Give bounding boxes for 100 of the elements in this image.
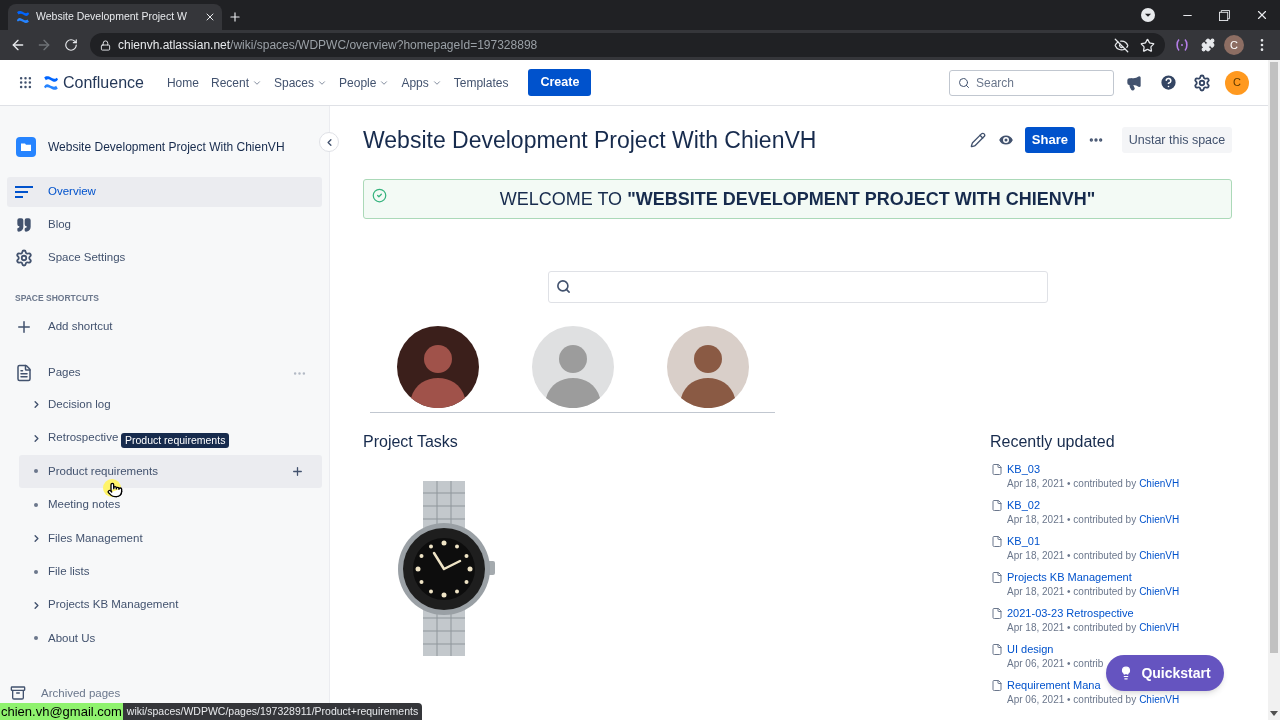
search-field[interactable]: Search bbox=[949, 69, 1114, 96]
page-link[interactable]: 2021-03-23 Retrospective bbox=[1007, 605, 1134, 621]
page-tree-item[interactable]: About Us bbox=[19, 621, 322, 656]
edit-icon[interactable] bbox=[969, 132, 986, 148]
author-link[interactable]: ChienVH bbox=[1139, 477, 1180, 491]
search-field[interactable] bbox=[547, 271, 1048, 303]
check-circle-icon bbox=[372, 188, 387, 203]
author-link[interactable]: ChienVH bbox=[1139, 585, 1180, 599]
add-shortcut-button[interactable]: Add shortcut bbox=[7, 312, 322, 342]
search-icon bbox=[958, 76, 970, 89]
reload-icon[interactable] bbox=[64, 38, 78, 52]
sidebar-nav-item[interactable]: Overview bbox=[7, 177, 322, 207]
update-meta: Apr 06, 2021 • contributed by bbox=[1007, 693, 1137, 707]
nav-menu-item[interactable]: Apps bbox=[395, 67, 448, 98]
page-tree-item[interactable]: File lists bbox=[19, 554, 322, 589]
nav-menu-item[interactable]: Recent bbox=[204, 67, 268, 98]
lock-icon bbox=[100, 39, 111, 51]
page-icon bbox=[991, 607, 1003, 620]
nav-menu-item[interactable]: Templates bbox=[447, 67, 515, 98]
update-meta: Apr 18, 2021 • contributed by bbox=[1007, 585, 1137, 599]
page-icon bbox=[991, 643, 1003, 656]
pages-label: Pages bbox=[48, 365, 81, 381]
page-icon bbox=[991, 571, 1003, 584]
update-meta: Apr 18, 2021 • contributed by bbox=[1007, 549, 1137, 563]
author-link[interactable]: ChienVH bbox=[1139, 513, 1180, 527]
email-label: chien.vh@gmail.com bbox=[0, 703, 123, 720]
tab-favicon-icon bbox=[16, 10, 30, 24]
page-icon bbox=[991, 463, 1003, 476]
close-icon[interactable] bbox=[204, 11, 216, 23]
tab-search-dropdown-icon[interactable] bbox=[1141, 8, 1155, 22]
unstar-button[interactable]: Unstar this space bbox=[1122, 127, 1232, 153]
brackets-extension-icon[interactable] bbox=[1175, 38, 1189, 52]
quickstart-button[interactable]: Quickstart bbox=[1106, 655, 1224, 691]
update-meta: Apr 18, 2021 • contributed by bbox=[1007, 477, 1137, 491]
search-icon bbox=[555, 279, 571, 294]
star-icon[interactable] bbox=[1140, 37, 1155, 53]
text-lines-icon bbox=[15, 186, 33, 198]
page-tree-item[interactable]: Product requirements bbox=[19, 454, 322, 489]
create-button[interactable]: Create bbox=[528, 69, 592, 96]
collapse-sidebar-button[interactable] bbox=[319, 132, 339, 152]
address-bar[interactable]: chienvh.atlassian.net/wiki/spaces/WDPWC/overview?homepageId=197328898 bbox=[90, 33, 1165, 57]
tab-title: Website Development Project W bbox=[36, 9, 188, 25]
page-link[interactable]: Projects KB Management bbox=[1007, 569, 1132, 585]
page-link[interactable]: Requirement Mana bbox=[1007, 677, 1101, 693]
page-link[interactable]: KB_03 bbox=[1007, 461, 1041, 477]
author-link[interactable]: ChienVH bbox=[1139, 621, 1180, 635]
extensions-puzzle-icon[interactable] bbox=[1201, 38, 1215, 52]
nav-menu-item[interactable]: Home bbox=[160, 67, 205, 98]
page-icon bbox=[991, 535, 1003, 548]
update-meta: Apr 18, 2021 • contributed by bbox=[1007, 513, 1137, 527]
document-icon bbox=[15, 364, 33, 382]
archive-icon bbox=[10, 685, 26, 702]
update-meta: Apr 06, 2021 • contrib bbox=[1007, 657, 1104, 671]
page-link[interactable]: KB_01 bbox=[1007, 533, 1041, 549]
nav-menu-item[interactable]: Spaces bbox=[268, 67, 334, 98]
app-grid-icon[interactable] bbox=[18, 75, 33, 90]
sidebar-nav-item[interactable]: Space Settings bbox=[7, 243, 322, 273]
author-link[interactable]: ChienVH bbox=[1139, 693, 1180, 707]
quote-icon bbox=[16, 217, 32, 233]
page-title: Website Development Project With ChienVH bbox=[363, 125, 818, 155]
settings-icon[interactable] bbox=[1193, 73, 1211, 92]
author-link[interactable]: ChienVH bbox=[1139, 549, 1180, 563]
page-tree-item[interactable]: Files Management bbox=[19, 521, 322, 555]
section-heading: Recently updated bbox=[990, 432, 1115, 452]
bullet-icon bbox=[34, 502, 38, 507]
bullet-icon bbox=[34, 569, 38, 574]
sidebar-nav-item[interactable]: Blog bbox=[7, 210, 322, 240]
section-heading: SPACE SHORTCUTS bbox=[15, 292, 99, 305]
link-preview-url: wiki/spaces/WDPWC/pages/197328911/Product+requirements bbox=[122, 703, 423, 720]
archived-pages-link[interactable]: Archived pages bbox=[41, 684, 121, 702]
help-icon[interactable] bbox=[1159, 73, 1178, 92]
hand-cursor-icon bbox=[103, 479, 123, 499]
settings-icon bbox=[15, 249, 33, 267]
eye-off-icon[interactable] bbox=[1114, 37, 1129, 53]
page-icon bbox=[991, 499, 1003, 512]
back-icon[interactable] bbox=[10, 37, 26, 53]
page-link[interactable]: KB_02 bbox=[1007, 497, 1041, 513]
product-name: Confluence bbox=[63, 72, 144, 93]
update-meta: Apr 18, 2021 • contributed by bbox=[1007, 621, 1137, 635]
page-link[interactable]: UI design bbox=[1007, 641, 1054, 657]
restore-window-icon[interactable] bbox=[1219, 9, 1230, 21]
address-url: chienvh.atlassian.net/wiki/spaces/WDPWC/overview?homepageId=197328898 bbox=[118, 37, 538, 54]
bullet-icon bbox=[34, 636, 38, 641]
plus-icon[interactable] bbox=[291, 464, 304, 478]
plus-icon bbox=[15, 318, 33, 336]
scrollbar-thumb[interactable] bbox=[1270, 62, 1278, 653]
page-tree-item[interactable]: Decision log bbox=[19, 388, 322, 422]
megaphone-icon[interactable] bbox=[1126, 74, 1142, 91]
space-icon[interactable] bbox=[16, 137, 36, 157]
page-tree-item[interactable]: Projects KB Management bbox=[19, 588, 322, 622]
browser-profile-avatar[interactable]: C bbox=[1224, 35, 1244, 55]
new-tab-icon[interactable] bbox=[228, 10, 242, 24]
browser-tab[interactable]: Website Development Project W bbox=[8, 4, 222, 30]
confluence-logo-icon[interactable] bbox=[43, 74, 59, 91]
page-icon bbox=[991, 679, 1003, 692]
profile-avatar[interactable]: C bbox=[1225, 70, 1249, 95]
scroll-down-arrow-icon[interactable] bbox=[1270, 711, 1278, 716]
share-button[interactable]: Share bbox=[1024, 127, 1075, 153]
bullet-icon bbox=[34, 469, 38, 474]
nav-menu-item[interactable]: People bbox=[333, 67, 396, 98]
